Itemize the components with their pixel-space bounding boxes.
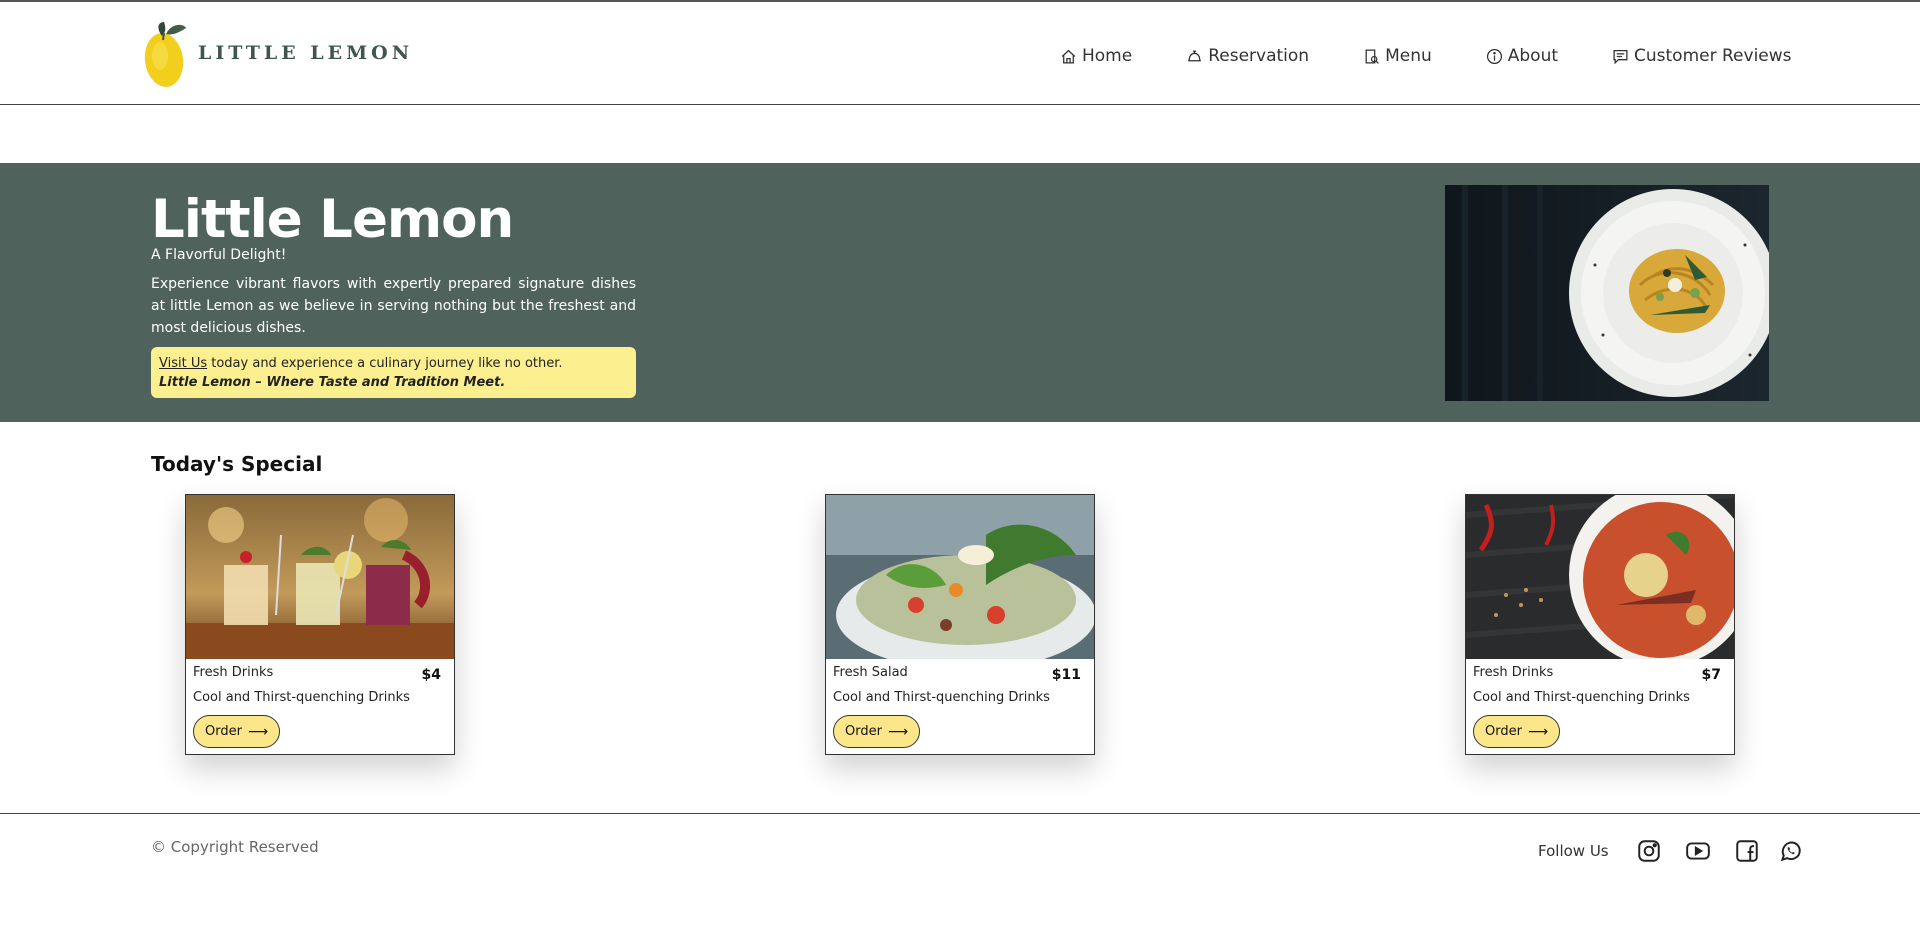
order-button-label: Order	[1484, 724, 1522, 739]
nav-customer-reviews[interactable]: Customer Reviews	[1612, 46, 1792, 66]
salad-image	[826, 495, 1094, 659]
nav-customer-reviews-label: Customer Reviews	[1634, 46, 1792, 66]
facebook-icon[interactable]	[1734, 838, 1760, 864]
menu-icon	[1365, 48, 1379, 64]
bell-icon	[1188, 50, 1202, 61]
nav-reservation[interactable]: Reservation	[1186, 46, 1309, 66]
instagram-icon[interactable]	[1636, 838, 1662, 864]
copyright-text: © Copyright Reserved	[151, 838, 319, 856]
visit-us-link[interactable]: Visit Us	[159, 356, 207, 371]
nav-home[interactable]: Home	[1060, 46, 1132, 66]
hero-subtitle: A Flavorful Delight!	[151, 247, 287, 263]
callout-tagline: Little Lemon – Where Taste and Tradition…	[159, 375, 506, 390]
card-price: $11	[1051, 667, 1081, 683]
order-button-label: Order	[844, 724, 882, 739]
callout-text: today and experience a culinary journey …	[207, 356, 563, 371]
specials-heading: Today's Special	[151, 452, 323, 476]
footer-divider	[0, 813, 1920, 814]
hero-callout: Visit Us today and experience a culinary…	[151, 347, 636, 398]
hero-description: Experience vibrant flavors with expertly…	[151, 276, 636, 336]
card-price: $4	[421, 667, 441, 683]
order-button[interactable]: Order ⟶	[193, 715, 280, 748]
main-nav: Home Reservation Menu About Customer Rev…	[1060, 46, 1792, 66]
hero-section: Little Lemon A Flavorful Delight! Experi…	[0, 163, 1920, 422]
arrow-right-icon: ⟶	[247, 723, 269, 740]
order-button[interactable]: Order ⟶	[833, 715, 920, 748]
order-button-label: Order	[204, 724, 242, 739]
card-name: Fresh Salad	[833, 665, 908, 680]
youtube-icon[interactable]	[1685, 838, 1711, 864]
card-name: Fresh Drinks	[193, 665, 274, 680]
nav-home-label: Home	[1082, 46, 1133, 66]
card-name: Fresh Drinks	[1473, 665, 1554, 680]
info-icon	[1486, 48, 1502, 64]
home-icon	[1061, 49, 1076, 64]
special-card: Fresh Drinks $7 Cool and Thirst-quenchin…	[1465, 494, 1735, 755]
nav-about[interactable]: About	[1486, 46, 1558, 66]
brand-name: LITTLE LEMON	[198, 42, 414, 64]
soup-image	[1466, 495, 1734, 659]
card-price: $7	[1701, 667, 1721, 683]
hero-pasta-image	[1445, 185, 1769, 401]
site-header: LITTLE LEMON Home Reservation Menu About	[0, 0, 1920, 105]
nav-menu-label: Menu	[1385, 46, 1432, 66]
nav-about-label: About	[1507, 46, 1559, 66]
arrow-right-icon: ⟶	[1527, 723, 1549, 740]
logo[interactable]: LITTLE LEMON	[142, 20, 413, 90]
arrow-right-icon: ⟶	[887, 723, 909, 740]
card-description: Cool and Thirst-quenching Drinks	[1473, 690, 1690, 705]
order-button[interactable]: Order ⟶	[1473, 715, 1560, 748]
card-description: Cool and Thirst-quenching Drinks	[833, 690, 1050, 705]
special-card: Fresh Salad $11 Cool and Thirst-quenchin…	[825, 494, 1095, 755]
whatsapp-icon[interactable]	[1778, 838, 1804, 864]
lemon-logo-icon	[142, 20, 190, 90]
drinks-image	[186, 495, 454, 659]
special-card: Fresh Drinks $4 Cool and Thirst-quenchin…	[185, 494, 455, 755]
card-description: Cool and Thirst-quenching Drinks	[193, 690, 410, 705]
comment-icon	[1613, 49, 1628, 64]
hero-title: Little Lemon	[151, 189, 514, 250]
nav-menu[interactable]: Menu	[1363, 46, 1432, 66]
nav-reservation-label: Reservation	[1208, 46, 1310, 66]
follow-us-label: Follow Us	[1538, 842, 1609, 860]
